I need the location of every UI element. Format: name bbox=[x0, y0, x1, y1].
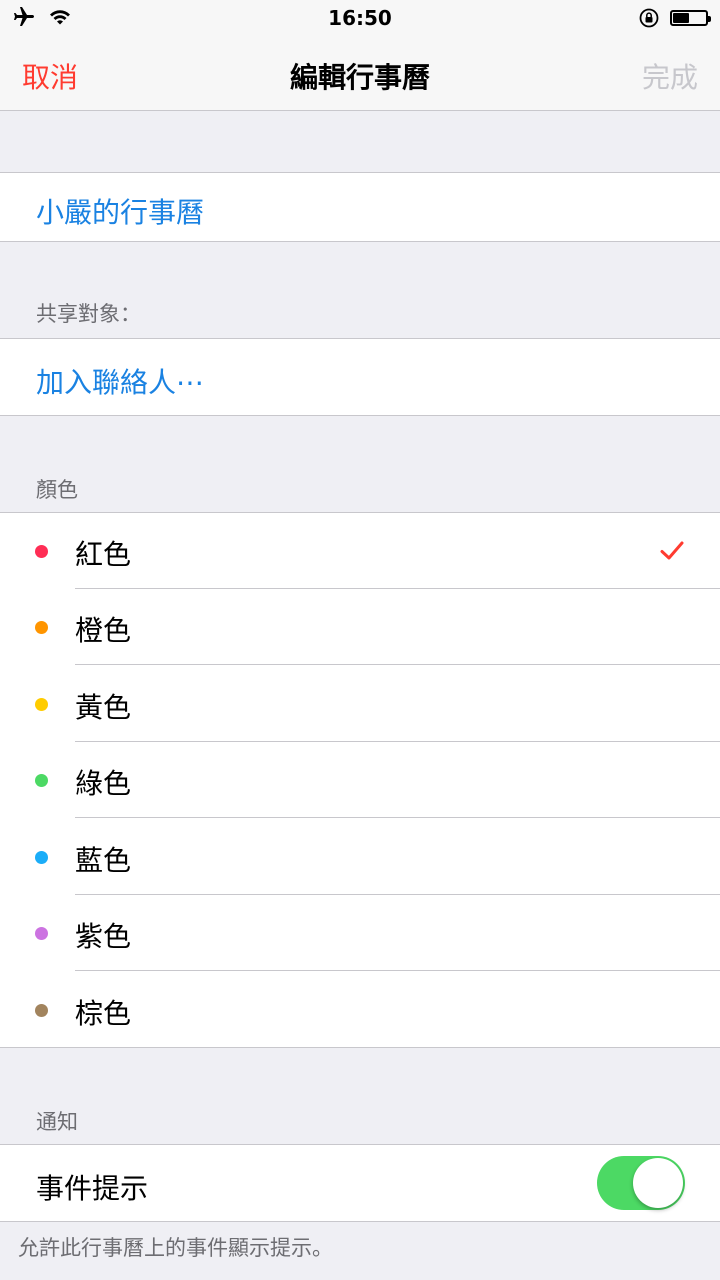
calendar-name-value[interactable]: 小嚴的行事曆 bbox=[36, 191, 204, 231]
color-option-blue[interactable]: 藍色 bbox=[0, 819, 720, 895]
navigation-bar: 取消 編輯行事曆 完成 bbox=[0, 38, 720, 111]
color-option-brown[interactable]: 棕色 bbox=[0, 972, 720, 1048]
color-label: 藍色 bbox=[75, 844, 132, 877]
color-option-purple[interactable]: 紫色 bbox=[0, 895, 720, 971]
event-alert-cell: 事件提示 bbox=[0, 1144, 720, 1222]
status-right-icons bbox=[638, 7, 711, 29]
battery-level bbox=[673, 13, 689, 23]
status-bar: 16:50 bbox=[0, 0, 720, 38]
rotation-lock-icon bbox=[639, 8, 659, 28]
color-list: 紅色 橙色 黃色 綠色 藍色 紫色 棕色 bbox=[0, 512, 720, 1048]
status-time: 16:50 bbox=[328, 6, 392, 30]
color-swatch bbox=[35, 698, 48, 711]
add-contact-cell[interactable]: 加入聯絡人⋯ bbox=[0, 338, 720, 416]
notification-section-header: 通知 bbox=[36, 1110, 78, 1134]
add-contact-button[interactable]: 加入聯絡人⋯ bbox=[36, 361, 204, 401]
color-swatch bbox=[35, 774, 48, 787]
color-label: 黃色 bbox=[75, 691, 132, 724]
checkmark-icon bbox=[660, 541, 684, 560]
event-alert-footer: 允許此行事曆上的事件顯示提示。 bbox=[18, 1236, 333, 1260]
color-label: 綠色 bbox=[75, 767, 132, 800]
sharing-section-header: 共享對象： bbox=[36, 302, 141, 326]
color-label: 橙色 bbox=[75, 614, 132, 647]
color-swatch bbox=[35, 1004, 48, 1017]
color-swatch bbox=[35, 927, 48, 940]
done-button[interactable]: 完成 bbox=[642, 56, 698, 96]
color-label: 紅色 bbox=[75, 538, 132, 571]
calendar-name-field[interactable]: 小嚴的行事曆 bbox=[0, 172, 720, 242]
divider bbox=[75, 664, 720, 665]
color-swatch bbox=[35, 851, 48, 864]
battery-icon bbox=[670, 10, 711, 26]
event-alert-toggle[interactable] bbox=[597, 1156, 685, 1210]
color-section-header: 顏色 bbox=[36, 478, 78, 502]
color-option-orange[interactable]: 橙色 bbox=[0, 589, 720, 665]
color-option-green[interactable]: 綠色 bbox=[0, 742, 720, 818]
color-label: 紫色 bbox=[75, 920, 132, 953]
color-swatch bbox=[35, 621, 48, 634]
color-option-yellow[interactable]: 黃色 bbox=[0, 666, 720, 742]
color-label: 棕色 bbox=[75, 997, 132, 1030]
color-swatch bbox=[35, 545, 48, 558]
event-alert-label: 事件提示 bbox=[36, 1172, 149, 1205]
page-title: 編輯行事曆 bbox=[289, 61, 430, 94]
cancel-button[interactable]: 取消 bbox=[22, 56, 78, 96]
divider bbox=[75, 817, 720, 818]
toggle-knob[interactable] bbox=[633, 1158, 683, 1208]
color-option-red[interactable]: 紅色 bbox=[0, 513, 720, 589]
divider bbox=[75, 970, 720, 971]
